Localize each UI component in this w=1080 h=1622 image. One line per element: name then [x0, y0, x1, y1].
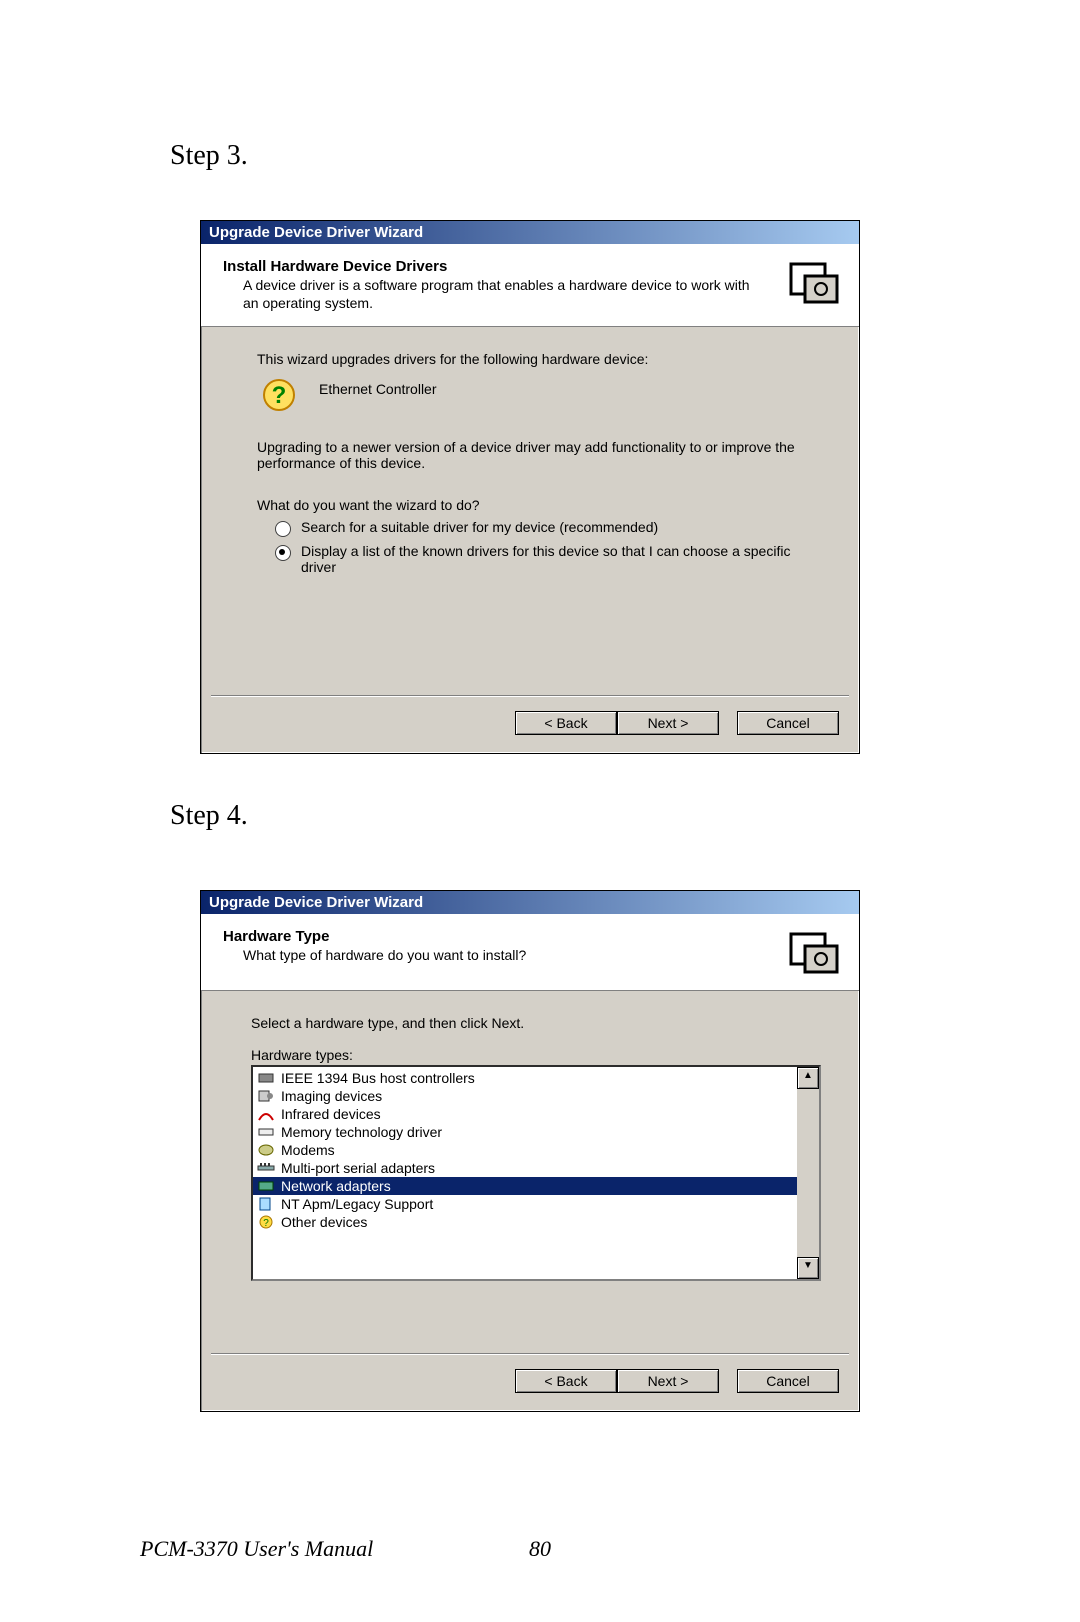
divider [211, 695, 849, 697]
wizard-dialog-step4: Upgrade Device Driver Wizard Hardware Ty… [200, 890, 860, 1412]
dialog1-titlebar: Upgrade Device Driver Wizard [201, 221, 859, 244]
step4-heading: Step 4. [170, 800, 248, 832]
list-item[interactable]: Imaging devices [253, 1087, 797, 1105]
svg-text:?: ? [272, 382, 287, 409]
device-type-icon [257, 1124, 275, 1140]
dialog2-header: Hardware Type What type of hardware do y… [201, 914, 859, 991]
step3-heading: Step 3. [170, 140, 248, 172]
back-button[interactable]: < Back [515, 1369, 617, 1393]
wizard-dialog-step3: Upgrade Device Driver Wizard Install Har… [200, 220, 860, 754]
next-button[interactable]: Next > [617, 1369, 719, 1393]
list-item[interactable]: NT Apm/Legacy Support [253, 1195, 797, 1213]
device-name: Ethernet Controller [319, 377, 437, 397]
device-type-icon [257, 1160, 275, 1176]
scroll-down-button[interactable]: ▼ [797, 1257, 819, 1279]
list-item-label: Network adapters [281, 1178, 391, 1194]
dialog1-upgrade-note: Upgrading to a newer version of a device… [257, 439, 817, 471]
list-item[interactable]: Infrared devices [253, 1105, 797, 1123]
hardware-types-label: Hardware types: [251, 1047, 825, 1063]
radio-label-display-list: Display a list of the known drivers for … [301, 543, 815, 575]
list-item-label: NT Apm/Legacy Support [281, 1196, 433, 1212]
dialog1-intro: This wizard upgrades drivers for the fol… [257, 351, 831, 367]
dialog1-header-subtitle: A device driver is a software program th… [243, 277, 763, 312]
dialog2-instruction: Select a hardware type, and then click N… [251, 1015, 825, 1031]
device-type-icon [257, 1196, 275, 1212]
list-item-label: IEEE 1394 Bus host controllers [281, 1070, 475, 1086]
list-item[interactable]: Network adapters [253, 1177, 797, 1195]
dialog1-header: Install Hardware Device Drivers A device… [201, 244, 859, 327]
list-item-label: Memory technology driver [281, 1124, 442, 1140]
list-item[interactable]: Multi-port serial adapters [253, 1159, 797, 1177]
question-mark-icon: ? [261, 377, 301, 421]
device-type-icon: ? [257, 1214, 275, 1230]
radio-label-search: Search for a suitable driver for my devi… [301, 519, 658, 535]
radio-option-search[interactable]: Search for a suitable driver for my devi… [275, 519, 815, 537]
cancel-button[interactable]: Cancel [737, 711, 839, 735]
divider [211, 1353, 849, 1355]
device-type-icon [257, 1142, 275, 1158]
device-type-icon [257, 1106, 275, 1122]
list-item-label: Multi-port serial adapters [281, 1160, 435, 1176]
device-type-icon [257, 1178, 275, 1194]
page-number: 80 [529, 1536, 551, 1562]
page-footer: PCM-3370 User's Manual 80 [140, 1536, 940, 1562]
svg-text:?: ? [263, 1218, 269, 1229]
list-item-label: Infrared devices [281, 1106, 381, 1122]
dialog2-titlebar: Upgrade Device Driver Wizard [201, 891, 859, 914]
list-item-label: Modems [281, 1142, 335, 1158]
cancel-button[interactable]: Cancel [737, 1369, 839, 1393]
hardware-types-listbox[interactable]: IEEE 1394 Bus host controllers Imaging de… [251, 1065, 821, 1281]
dialog2-header-subtitle: What type of hardware do you want to ins… [243, 947, 763, 965]
list-item[interactable]: Memory technology driver [253, 1123, 797, 1141]
dialog1-question: What do you want the wizard to do? [257, 497, 831, 513]
dialog2-header-title: Hardware Type [223, 928, 777, 945]
list-item-label: Other devices [281, 1214, 367, 1230]
manual-title: PCM-3370 User's Manual [140, 1536, 373, 1562]
list-item[interactable]: IEEE 1394 Bus host controllers [253, 1069, 797, 1087]
scroll-up-button[interactable]: ▲ [797, 1067, 819, 1089]
list-item[interactable]: ? Other devices [253, 1213, 797, 1231]
device-type-icon [257, 1088, 275, 1104]
list-item-label: Imaging devices [281, 1088, 382, 1104]
back-button[interactable]: < Back [515, 711, 617, 735]
scrollbar[interactable]: ▲ ▼ [797, 1067, 819, 1279]
list-item[interactable]: Modems [253, 1141, 797, 1159]
device-type-icon [257, 1070, 275, 1086]
radio-icon [275, 545, 291, 561]
hardware-icon [787, 928, 841, 976]
next-button[interactable]: Next > [617, 711, 719, 735]
dialog1-header-title: Install Hardware Device Drivers [223, 258, 777, 275]
hardware-icon [787, 258, 841, 306]
radio-option-display-list[interactable]: Display a list of the known drivers for … [275, 543, 815, 575]
radio-icon [275, 521, 291, 537]
